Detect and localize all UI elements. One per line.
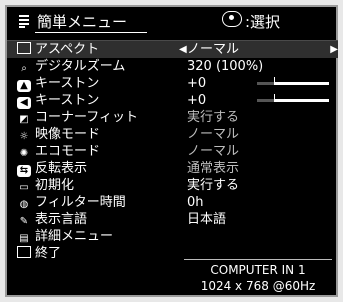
select-button-icon [222,11,242,27]
keystone-h-icon: ◀ [17,97,31,109]
exit-icon [17,246,31,258]
menu-item-mirror[interactable]: ⇆ 反転表示 [7,160,179,177]
menu-item-exit[interactable]: 終了 [7,245,179,262]
menu-item-picture-mode[interactable]: ☼ 映像モード [7,126,179,143]
menu-item-corner-fit[interactable]: ◩ コーナーフィット [7,109,179,126]
value-text: ノーマル [187,127,240,142]
menu-item-eco-mode[interactable]: ✺ エコモード [7,143,179,160]
value-text: +0 [187,76,207,91]
filter-icon: ◍ [19,199,29,210]
menu-item-label: キーストン [35,76,100,91]
menu-item-label: デジタルズーム [35,59,126,74]
menu-values: ◀ ノーマル ▶ 320 (100%) +0 +0 実行する ノーマル ノーマル… [179,40,338,228]
aspect-icon [17,42,31,54]
eco-mode-icon: ✺ [19,148,29,159]
value-filter-time: 0h [179,194,338,211]
menu-list-icon [19,15,29,28]
keystone-v-slider[interactable] [257,77,329,85]
corner-fit-icon: ◩ [19,114,29,125]
value-language: 日本語 [179,211,338,228]
title-underline [35,32,147,33]
value-keystone-vertical: +0 [179,75,338,92]
input-source-info: COMPUTER IN 1 1024 x 768 @60Hz [184,259,332,293]
value-text: 0h [187,195,204,210]
menu-item-aspect[interactable]: アスペクト [7,40,179,58]
menu-item-label: フィルター時間 [35,195,126,210]
menu-item-filter-time[interactable]: ◍ フィルター時間 [7,194,179,211]
value-text: +0 [187,93,207,108]
language-icon: ✎ [19,216,29,227]
value-aspect[interactable]: ◀ ノーマル ▶ [179,40,338,58]
source-signal: 1024 x 768 @60Hz [200,279,316,293]
keystone-h-slider[interactable] [257,94,329,102]
menu-item-digital-zoom[interactable]: ⌕ デジタルズーム [7,58,179,75]
value-mirror: 通常表示 [179,160,338,177]
keystone-v-icon: ▲ [17,80,31,92]
value-reset: 実行する [179,177,338,194]
menu-item-label: 詳細メニュー [35,229,114,244]
arrow-left-icon[interactable]: ◀ [179,41,187,58]
value-text: 320 (100%) [187,59,264,74]
reset-icon: ▭ [19,182,29,193]
value-text: ノーマル [187,144,240,159]
menu-item-label: 初期化 [35,178,75,193]
value-picture-mode: ノーマル [179,126,338,143]
value-digital-zoom: 320 (100%) [179,58,338,75]
menu-item-label: コーナーフィット [35,110,138,125]
value-text: 実行する [187,110,240,125]
menu-title: 簡単メニュー [37,13,128,31]
value-corner-fit: 実行する [179,109,338,126]
easy-menu-panel: 簡単メニュー :選択 アスペクト ⌕ デジタルズーム ▲ キーストン ◀ キーストン … [5,5,338,297]
menu-item-label: 反転表示 [35,161,88,176]
arrow-right-icon[interactable]: ▶ [330,41,338,58]
menu-item-label: キーストン [35,93,100,108]
menu-item-label: アスペクト [35,42,100,57]
menu-item-reset[interactable]: ▭ 初期化 [7,177,179,194]
mirror-icon: ⇆ [17,165,31,177]
menu-item-keystone-vertical[interactable]: ▲ キーストン [7,75,179,92]
select-hint: :選択 [245,13,281,31]
menu-item-label: 終了 [35,246,62,261]
menu-item-label: エコモード [35,144,101,159]
menu-item-advanced-menu[interactable]: ▤ 詳細メニュー [7,228,179,245]
value-text: 日本語 [187,212,227,227]
value-text: ノーマル [187,42,240,57]
value-eco-mode: ノーマル [179,143,338,160]
value-text: 通常表示 [187,161,240,176]
source-name: COMPUTER IN 1 [210,263,306,277]
menu-item-label: 表示言語 [35,212,88,227]
menu-items: アスペクト ⌕ デジタルズーム ▲ キーストン ◀ キーストン ◩ コーナーフィット ☼… [7,40,179,262]
menu-item-keystone-horizontal[interactable]: ◀ キーストン [7,92,179,109]
picture-mode-icon: ☼ [19,131,29,142]
value-keystone-horizontal: +0 [179,92,338,109]
digital-zoom-icon: ⌕ [21,63,27,74]
value-text: 実行する [187,178,240,193]
menu-header: 簡単メニュー :選択 [7,7,336,37]
advanced-menu-icon: ▤ [19,233,29,244]
menu-item-label: 映像モード [35,127,101,142]
menu-item-language[interactable]: ✎ 表示言語 [7,211,179,228]
